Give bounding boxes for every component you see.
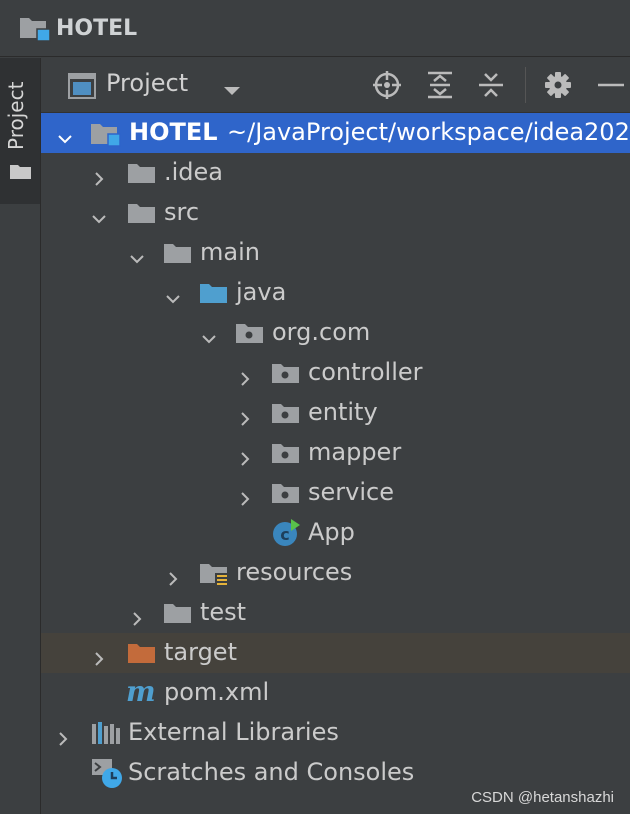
project-view-icon (68, 73, 96, 103)
source-folder-icon (199, 280, 229, 312)
node-label: org.com (272, 318, 371, 346)
tree-node-pom[interactable]: m pom.xml (41, 673, 630, 713)
root-name: HOTEL (129, 118, 218, 146)
project-module-icon (20, 14, 52, 42)
chevron-right-icon[interactable] (55, 725, 71, 746)
node-label: mapper (308, 438, 402, 466)
folder-icon (163, 240, 193, 272)
node-label: src (164, 198, 200, 226)
package-icon (271, 360, 301, 392)
tool-window-strip: Project (0, 58, 41, 814)
node-label: pom.xml (164, 678, 270, 706)
library-icon (91, 720, 121, 752)
node-label: .idea (164, 158, 224, 186)
watermark: CSDN @hetanshazhi (471, 789, 614, 806)
chevron-down-icon[interactable] (57, 125, 73, 144)
node-label: App (308, 518, 355, 546)
package-icon (235, 320, 265, 352)
folder-icon (127, 200, 157, 232)
tree-node-app[interactable]: c App (41, 513, 630, 553)
node-label: Scratches and Consoles (128, 758, 415, 786)
java-class-icon: c (271, 518, 301, 554)
toolbar-separator (525, 67, 526, 103)
chevron-down-icon[interactable] (91, 205, 107, 224)
chevron-right-icon[interactable] (237, 405, 253, 426)
tree-node-main[interactable]: main (41, 233, 630, 273)
folder-icon (163, 600, 193, 632)
tree-node-root[interactable]: HOTEL ~/JavaProject/workspace/idea202 (41, 113, 630, 153)
chevron-right-icon[interactable] (165, 565, 181, 586)
chevron-down-icon[interactable] (222, 82, 242, 101)
chevron-right-icon[interactable] (129, 605, 145, 626)
root-path: ~/JavaProject/workspace/idea202 (227, 118, 630, 146)
tree-node-external-libraries[interactable]: External Libraries (41, 713, 630, 753)
window-title: HOTEL (56, 15, 138, 41)
chevron-down-icon[interactable] (201, 325, 217, 344)
scratches-icon (91, 757, 123, 795)
project-tool-tab-label: Project (4, 81, 28, 150)
tree-node-target[interactable]: target (41, 633, 630, 673)
chevron-right-icon[interactable] (91, 165, 107, 186)
node-label: java (236, 278, 287, 306)
minimize-icon[interactable] (596, 70, 626, 100)
node-label: resources (236, 558, 353, 586)
tree-node-idea[interactable]: .idea (41, 153, 630, 193)
node-label: service (308, 478, 394, 506)
node-label: test (200, 598, 247, 626)
tree-node-src[interactable]: src (41, 193, 630, 233)
project-tree[interactable]: HOTEL ~/JavaProject/workspace/idea202 .i… (41, 113, 630, 814)
node-label: main (200, 238, 260, 266)
view-selector[interactable]: Project (106, 69, 188, 97)
tree-node-mapper[interactable]: mapper (41, 433, 630, 473)
folder-icon (10, 164, 32, 184)
expand-all-icon[interactable] (425, 70, 455, 100)
folder-icon (127, 160, 157, 192)
tree-node-java[interactable]: java (41, 273, 630, 313)
tree-node-service[interactable]: service (41, 473, 630, 513)
chevron-right-icon[interactable] (237, 365, 253, 386)
node-label: entity (308, 398, 378, 426)
chevron-down-icon[interactable] (165, 285, 181, 304)
title-bar: HOTEL (0, 0, 630, 57)
tree-node-entity[interactable]: entity (41, 393, 630, 433)
chevron-right-icon[interactable] (237, 485, 253, 506)
project-toolbar: Project (41, 58, 630, 113)
excluded-folder-icon (127, 640, 157, 672)
chevron-right-icon[interactable] (237, 445, 253, 466)
node-label: controller (308, 358, 423, 386)
module-folder-icon (91, 120, 123, 154)
package-icon (271, 440, 301, 472)
node-label: External Libraries (128, 718, 339, 746)
chevron-right-icon[interactable] (91, 645, 107, 666)
tree-node-test[interactable]: test (41, 593, 630, 633)
svg-text:m: m (126, 679, 156, 707)
svg-text:c: c (280, 525, 289, 544)
gear-icon[interactable] (543, 70, 573, 100)
package-icon (271, 480, 301, 512)
project-tool-tab[interactable]: Project (0, 58, 40, 204)
tree-node-scratches[interactable]: Scratches and Consoles (41, 753, 630, 793)
tree-node-org-com[interactable]: org.com (41, 313, 630, 353)
locate-icon[interactable] (372, 70, 402, 100)
chevron-down-icon[interactable] (129, 245, 145, 264)
tree-node-resources[interactable]: resources (41, 553, 630, 593)
node-label: target (164, 638, 237, 666)
collapse-all-icon[interactable] (476, 70, 506, 100)
resources-folder-icon (199, 560, 231, 594)
package-icon (271, 400, 301, 432)
maven-icon: m (125, 675, 159, 713)
tree-node-controller[interactable]: controller (41, 353, 630, 393)
